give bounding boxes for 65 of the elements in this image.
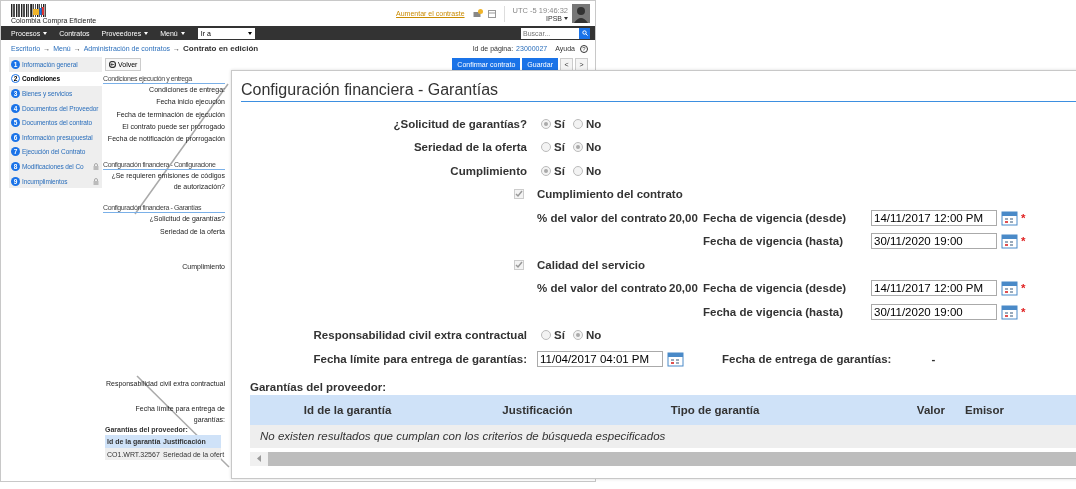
radio-button[interactable] [572,330,583,341]
section-title: Configuración financiera - Garantías [241,81,1076,102]
calendar-icon[interactable] [1001,280,1018,297]
barcode-logo-icon [11,3,47,17]
field-label: % del valor del contrato [537,211,668,224]
percent-value: 20,00 [669,211,699,224]
column-header: Valor [915,403,945,416]
radio-button[interactable] [572,142,583,153]
date-field[interactable]: 30/11/2020 19:00 [871,303,997,320]
column-header: Justificación [501,403,574,416]
radio-option[interactable]: No [572,329,602,342]
field-label: % del valor del contrato [537,282,668,295]
required-mark: * [1021,282,1027,295]
column-header: Tipo de garantía [669,403,761,416]
calendar-icon[interactable] [1001,303,1018,320]
calendar-icon[interactable] [487,9,496,18]
page-title: Contrato en edición [183,44,259,53]
table-title: Garantías del proveedor: [250,380,388,395]
horizontal-scrollbar[interactable] [250,451,1076,466]
radio-option[interactable]: Sí [541,329,565,342]
calendar-icon[interactable] [1001,233,1018,250]
radio-option[interactable]: No [572,164,602,177]
checkbox-label: Calidad del servicio [537,258,645,271]
radio-option[interactable]: No [572,117,602,130]
date-field[interactable]: 11/04/2017 04:01 PM [537,350,663,367]
date-field[interactable]: 30/11/2020 19:00 [871,233,997,250]
required-mark: * [1021,235,1027,248]
field-label: Seriedad de la oferta [412,141,527,154]
inbox-icon[interactable] [472,9,483,18]
field-label: Fecha de vigencia (hasta) [703,235,844,248]
radio-button[interactable] [572,118,583,129]
radio-option[interactable]: Sí [541,117,565,130]
required-mark: * [1021,305,1027,318]
field-label: Cumplimiento [449,164,527,177]
field-label: Fecha de entrega de garantías: [722,352,892,365]
search-button[interactable] [579,27,590,39]
radio-option[interactable]: Sí [541,164,565,177]
checkbox-label: Cumplimiento del contrato [537,188,683,201]
radio-button[interactable] [541,165,551,176]
radio-button[interactable] [572,165,583,176]
field-label: ¿Solicitud de garantías? [392,117,527,130]
field-label: Fecha de vigencia (hasta) [703,305,844,318]
checkbox[interactable] [514,189,524,200]
checkbox[interactable] [514,259,524,270]
radio-button[interactable] [541,142,551,153]
radio-button[interactable] [541,330,551,341]
field-label: Fecha límite para entrega de garantías: [312,352,527,365]
field-label: Fecha de vigencia (desde) [703,211,848,224]
field-label: Responsabilidad civil extra contractual [312,329,527,342]
field-label: Fecha de vigencia (desde) [703,282,848,295]
back-arrow-icon [109,61,116,68]
required-mark: * [1021,211,1027,224]
field-value: - [931,352,936,365]
calendar-icon[interactable] [667,350,684,367]
column-header: Emisor [964,403,1005,416]
scroll-left-icon[interactable] [256,455,262,462]
column-header: Id de la garantía [302,403,393,416]
percent-value: 20,00 [669,282,699,295]
empty-message: No existen resultados que cumplan con los criterios de búsqueda especificados [250,424,1076,448]
date-field[interactable]: 14/11/2017 12:00 PM [871,280,997,297]
date-field[interactable]: 14/11/2017 12:00 PM [871,209,997,226]
calendar-icon[interactable] [1001,209,1018,226]
radio-option[interactable]: No [572,141,602,154]
radio-option[interactable]: Sí [541,141,565,154]
radio-button[interactable] [541,118,551,129]
